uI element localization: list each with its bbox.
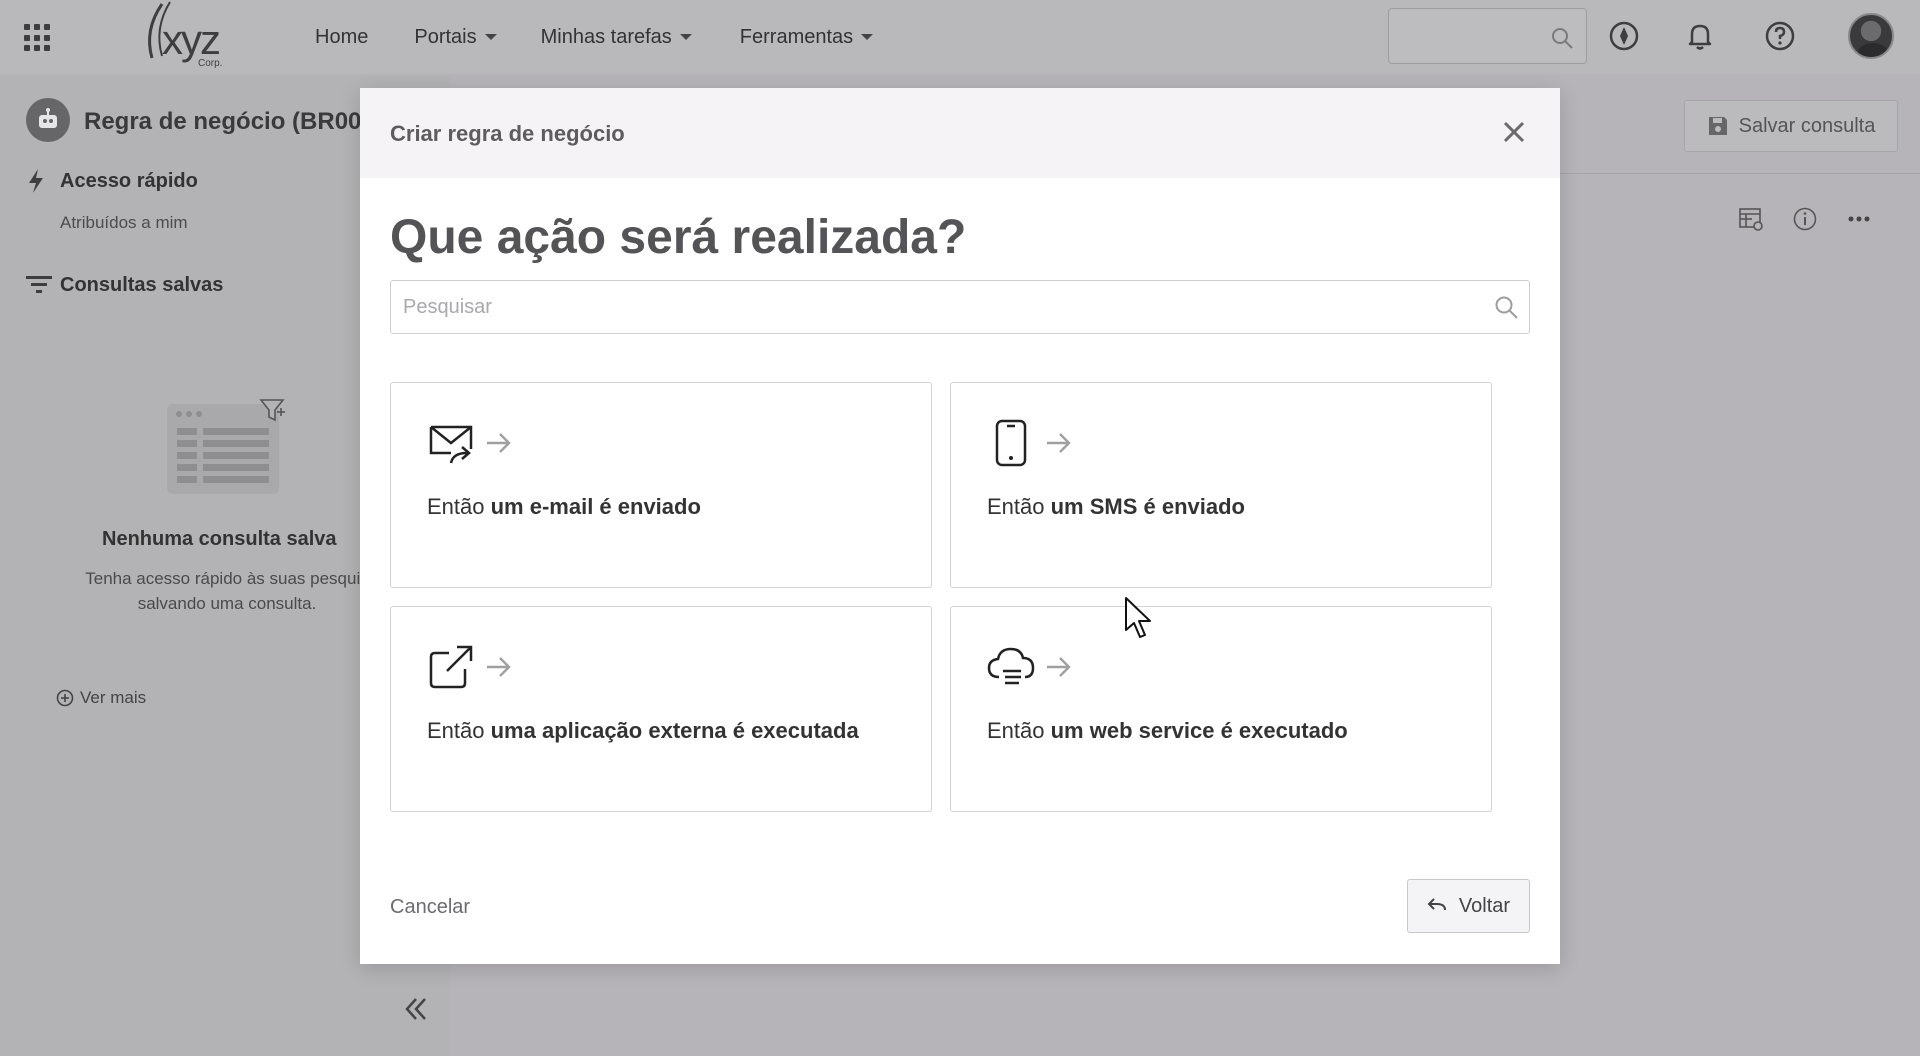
bell-icon[interactable] xyxy=(1684,20,1716,52)
external-link-icon xyxy=(429,645,473,689)
nav-home[interactable]: Home xyxy=(300,26,383,49)
option-label-prefix: Então xyxy=(987,494,1051,519)
option-label: Então uma aplicação externa é executada xyxy=(427,715,897,746)
empty-state-description-line1: Tenha acesso rápido às suas pesquis xyxy=(85,569,369,588)
arrow-right-icon xyxy=(1047,433,1071,453)
arrow-right-icon xyxy=(487,433,511,453)
nav-minhas-tarefas[interactable]: Minhas tarefas xyxy=(526,26,707,49)
mouse-cursor-icon xyxy=(1125,597,1151,638)
info-icon[interactable] xyxy=(1792,206,1818,232)
table-settings-icon[interactable] xyxy=(1738,206,1764,232)
cloud-service-icon xyxy=(987,647,1035,685)
option-label-prefix: Então xyxy=(427,718,491,743)
save-query-label: Salvar consulta xyxy=(1738,114,1876,137)
nav-minhas-tarefas-label: Minhas tarefas xyxy=(540,25,672,48)
caret-down-icon xyxy=(484,34,497,40)
more-icon[interactable] xyxy=(1846,206,1872,232)
option-label-bold: uma aplicação externa é executada xyxy=(490,718,859,743)
top-navigation-bar: xyz Corp. Home Portais Minhas tarefas Fe… xyxy=(0,0,1920,74)
option-card-web-service[interactable]: Então um web service é executado xyxy=(950,606,1492,812)
divider xyxy=(1560,173,1920,174)
nav-portais-label: Portais xyxy=(414,25,477,48)
back-button[interactable]: Voltar xyxy=(1407,879,1530,933)
option-card-sms[interactable]: Então um SMS é enviado xyxy=(950,382,1492,588)
option-label-bold: um e-mail é enviado xyxy=(490,494,701,519)
close-icon[interactable] xyxy=(1500,118,1528,146)
create-business-rule-modal: Criar regra de negócio Que ação será rea… xyxy=(360,88,1560,964)
modal-header: Criar regra de negócio xyxy=(360,88,1560,178)
chevrons-left-icon[interactable] xyxy=(404,996,428,1022)
apps-grid-icon[interactable] xyxy=(24,24,52,52)
option-label: Então um web service é executado xyxy=(987,715,1457,746)
mobile-phone-icon xyxy=(995,419,1027,467)
option-label: Então um e-mail é enviado xyxy=(427,491,897,522)
logo-text: xyz xyxy=(162,16,221,63)
empty-state-description: Tenha acesso rápido às suas pesquis salv… xyxy=(62,566,392,616)
help-icon[interactable] xyxy=(1764,20,1796,52)
user-avatar[interactable] xyxy=(1848,13,1894,59)
search-icon xyxy=(1552,28,1573,49)
arrow-right-icon xyxy=(487,657,511,677)
search-icon xyxy=(1495,296,1518,319)
nav-home-label: Home xyxy=(315,25,369,48)
option-label-bold: um SMS é enviado xyxy=(1050,494,1245,519)
option-label-prefix: Então xyxy=(987,718,1051,743)
cancel-button[interactable]: Cancelar xyxy=(390,896,470,919)
logo-subtitle: Corp. xyxy=(198,58,223,69)
robot-icon xyxy=(26,98,70,142)
action-search-field[interactable] xyxy=(390,280,1530,334)
saved-queries-title: Consultas salvas xyxy=(60,274,224,296)
nav-portais[interactable]: Portais xyxy=(399,26,511,49)
action-search-input[interactable] xyxy=(403,293,1463,321)
question-heading: Que ação será realizada? xyxy=(390,211,967,264)
compass-icon[interactable] xyxy=(1608,20,1640,52)
save-icon xyxy=(1708,117,1727,135)
empty-state-description-line2: salvando uma consulta. xyxy=(137,594,317,613)
caret-down-icon xyxy=(861,34,874,40)
nav-ferramentas[interactable]: Ferramentas xyxy=(725,26,888,49)
return-arrow-icon xyxy=(1427,898,1446,911)
empty-table-illustration-icon xyxy=(167,399,285,494)
option-card-external-app[interactable]: Então uma aplicação externa é executada xyxy=(390,606,932,812)
option-label-bold: um web service é executado xyxy=(1050,718,1348,743)
filter-icon xyxy=(26,276,52,293)
lightning-icon xyxy=(29,169,43,193)
plus-circle-icon xyxy=(56,689,74,707)
see-more-link[interactable]: Ver mais xyxy=(56,688,146,708)
save-query-button[interactable]: Salvar consulta xyxy=(1684,100,1898,152)
option-card-email[interactable]: Então um e-mail é enviado xyxy=(390,382,932,588)
page-title: Regra de negócio (BR00 xyxy=(84,108,362,135)
assigned-to-me-link[interactable]: Atribuídos a mim xyxy=(60,213,188,233)
modal-title: Criar regra de negócio xyxy=(390,121,625,146)
global-search-input[interactable] xyxy=(1388,8,1587,64)
email-send-icon xyxy=(429,425,473,464)
empty-state-title: Nenhuma consulta salva xyxy=(102,528,337,550)
back-label: Voltar xyxy=(1458,894,1511,917)
option-label-prefix: Então xyxy=(427,494,491,519)
quick-access-title: Acesso rápido xyxy=(60,170,198,192)
main-nav: Home Portais Minhas tarefas Ferramentas xyxy=(300,0,888,74)
caret-down-icon xyxy=(679,34,692,40)
arrow-right-icon xyxy=(1047,657,1071,677)
option-label: Então um SMS é enviado xyxy=(987,491,1457,522)
nav-ferramentas-label: Ferramentas xyxy=(739,25,854,48)
see-more-label: Ver mais xyxy=(80,688,147,707)
